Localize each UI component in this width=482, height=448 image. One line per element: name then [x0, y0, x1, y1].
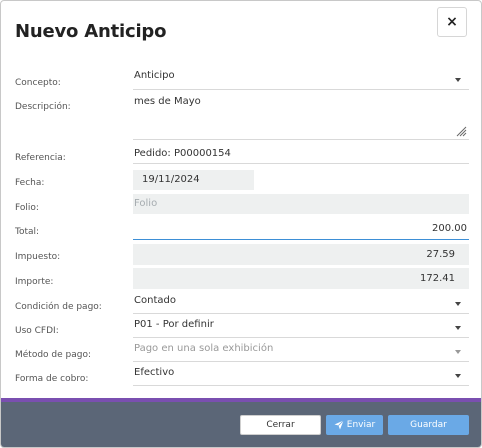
concepto-value: Anticipo [134, 70, 175, 81]
descripcion-label: Descripción: [15, 102, 71, 112]
concepto-select[interactable]: Anticipo [133, 70, 469, 90]
referencia-value: Pedido: P00000154 [134, 148, 231, 159]
descripcion-value: mes de Mayo [134, 96, 201, 107]
uso-cfdi-select[interactable]: P01 - Por definir [133, 319, 469, 338]
importe-value: 172.41 [420, 273, 455, 284]
chevron-down-icon [455, 302, 461, 306]
uso-cfdi-label: Uso CFDI: [15, 326, 59, 336]
total-input[interactable]: 200.00 [133, 218, 469, 240]
impuesto-value: 27.59 [426, 249, 455, 260]
importe-label: Importe: [15, 277, 54, 287]
guardar-label: Guardar [410, 420, 447, 430]
nuevo-anticipo-dialog: Nuevo Anticipo × Concepto: Anticipo Desc… [0, 0, 482, 448]
metodo-pago-value: Pago en una sola exhibición [134, 343, 274, 354]
condicion-pago-label: Condición de pago: [15, 302, 102, 312]
condicion-pago-value: Contado [134, 295, 176, 306]
folio-placeholder: Folio [134, 198, 158, 209]
close-icon: × [446, 14, 458, 30]
dialog-title: Nuevo Anticipo [15, 21, 167, 42]
guardar-button[interactable]: Guardar [388, 415, 469, 435]
chevron-down-icon [455, 78, 461, 82]
forma-cobro-label: Forma de cobro: [15, 374, 89, 384]
impuesto-field: 27.59 [133, 244, 469, 265]
close-button[interactable]: × [437, 7, 467, 37]
uso-cfdi-value: P01 - Por definir [134, 319, 214, 330]
paper-plane-icon [334, 420, 344, 430]
cerrar-button[interactable]: Cerrar [240, 415, 321, 435]
chevron-down-icon [455, 374, 461, 378]
forma-cobro-select[interactable]: Efectivo [133, 367, 469, 386]
chevron-down-icon [455, 350, 461, 354]
importe-field: 172.41 [133, 268, 469, 289]
concepto-label: Concepto: [15, 78, 61, 88]
condicion-pago-select[interactable]: Contado [133, 295, 469, 314]
impuesto-label: Impuesto: [15, 252, 61, 262]
dialog-footer: Cerrar Enviar Guardar [1, 402, 481, 447]
metodo-pago-label: Método de pago: [15, 350, 92, 360]
enviar-label: Enviar [346, 420, 376, 430]
chevron-down-icon [455, 326, 461, 330]
descripcion-textarea[interactable]: mes de Mayo [133, 95, 469, 140]
metodo-pago-select: Pago en una sola exhibición [133, 343, 469, 362]
folio-label: Folio: [15, 203, 39, 213]
fecha-field[interactable]: 19/11/2024 [133, 170, 254, 190]
forma-cobro-value: Efectivo [134, 367, 175, 378]
cerrar-label: Cerrar [266, 420, 295, 430]
folio-field[interactable]: Folio [133, 194, 469, 214]
resize-handle-icon[interactable] [455, 125, 467, 137]
total-label: Total: [15, 227, 40, 237]
fecha-value: 19/11/2024 [142, 174, 200, 185]
enviar-button[interactable]: Enviar [326, 415, 383, 435]
total-value: 200.00 [432, 223, 467, 234]
fecha-label: Fecha: [15, 178, 45, 188]
referencia-label: Referencia: [15, 153, 66, 163]
referencia-field[interactable]: Pedido: P00000154 [133, 148, 469, 164]
